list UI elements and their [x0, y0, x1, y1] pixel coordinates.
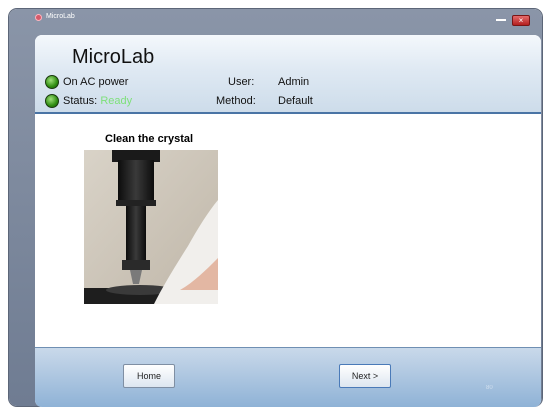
- close-button[interactable]: ×: [512, 15, 530, 26]
- method-label: Method:: [216, 95, 256, 107]
- user-value: Admin: [278, 76, 310, 88]
- user-label: User:: [228, 76, 255, 88]
- home-button[interactable]: Home: [123, 364, 175, 388]
- app-title: MicroLab: [72, 46, 155, 68]
- watermark: 80: [486, 385, 493, 391]
- status-indicator-icon: [45, 94, 59, 108]
- content-area: Clean the crystal: [35, 114, 541, 347]
- instrument-illustration: [84, 150, 218, 304]
- window-title: MicroLab: [46, 13, 75, 20]
- footer: Home Next > 80: [35, 347, 541, 407]
- step-caption: Clean the crystal: [105, 133, 194, 145]
- status-value: Ready: [100, 95, 133, 107]
- app-icon: [35, 14, 42, 21]
- app-window: MicroLab × MicroLab On AC power Status: …: [9, 9, 542, 407]
- status-label: Status:: [63, 95, 98, 107]
- power-label: On AC power: [63, 76, 129, 88]
- instrument-photo: [84, 150, 218, 304]
- next-button[interactable]: Next >: [339, 364, 391, 388]
- title-bar[interactable]: MicroLab ×: [9, 9, 542, 35]
- header: MicroLab On AC power Status: Ready User:…: [35, 35, 541, 114]
- main-panel: MicroLab On AC power Status: Ready User:…: [35, 35, 541, 407]
- minimize-button[interactable]: [496, 18, 506, 21]
- power-indicator-icon: [45, 75, 59, 89]
- status-line: Status: Ready: [63, 95, 132, 107]
- method-value: Default: [278, 95, 313, 107]
